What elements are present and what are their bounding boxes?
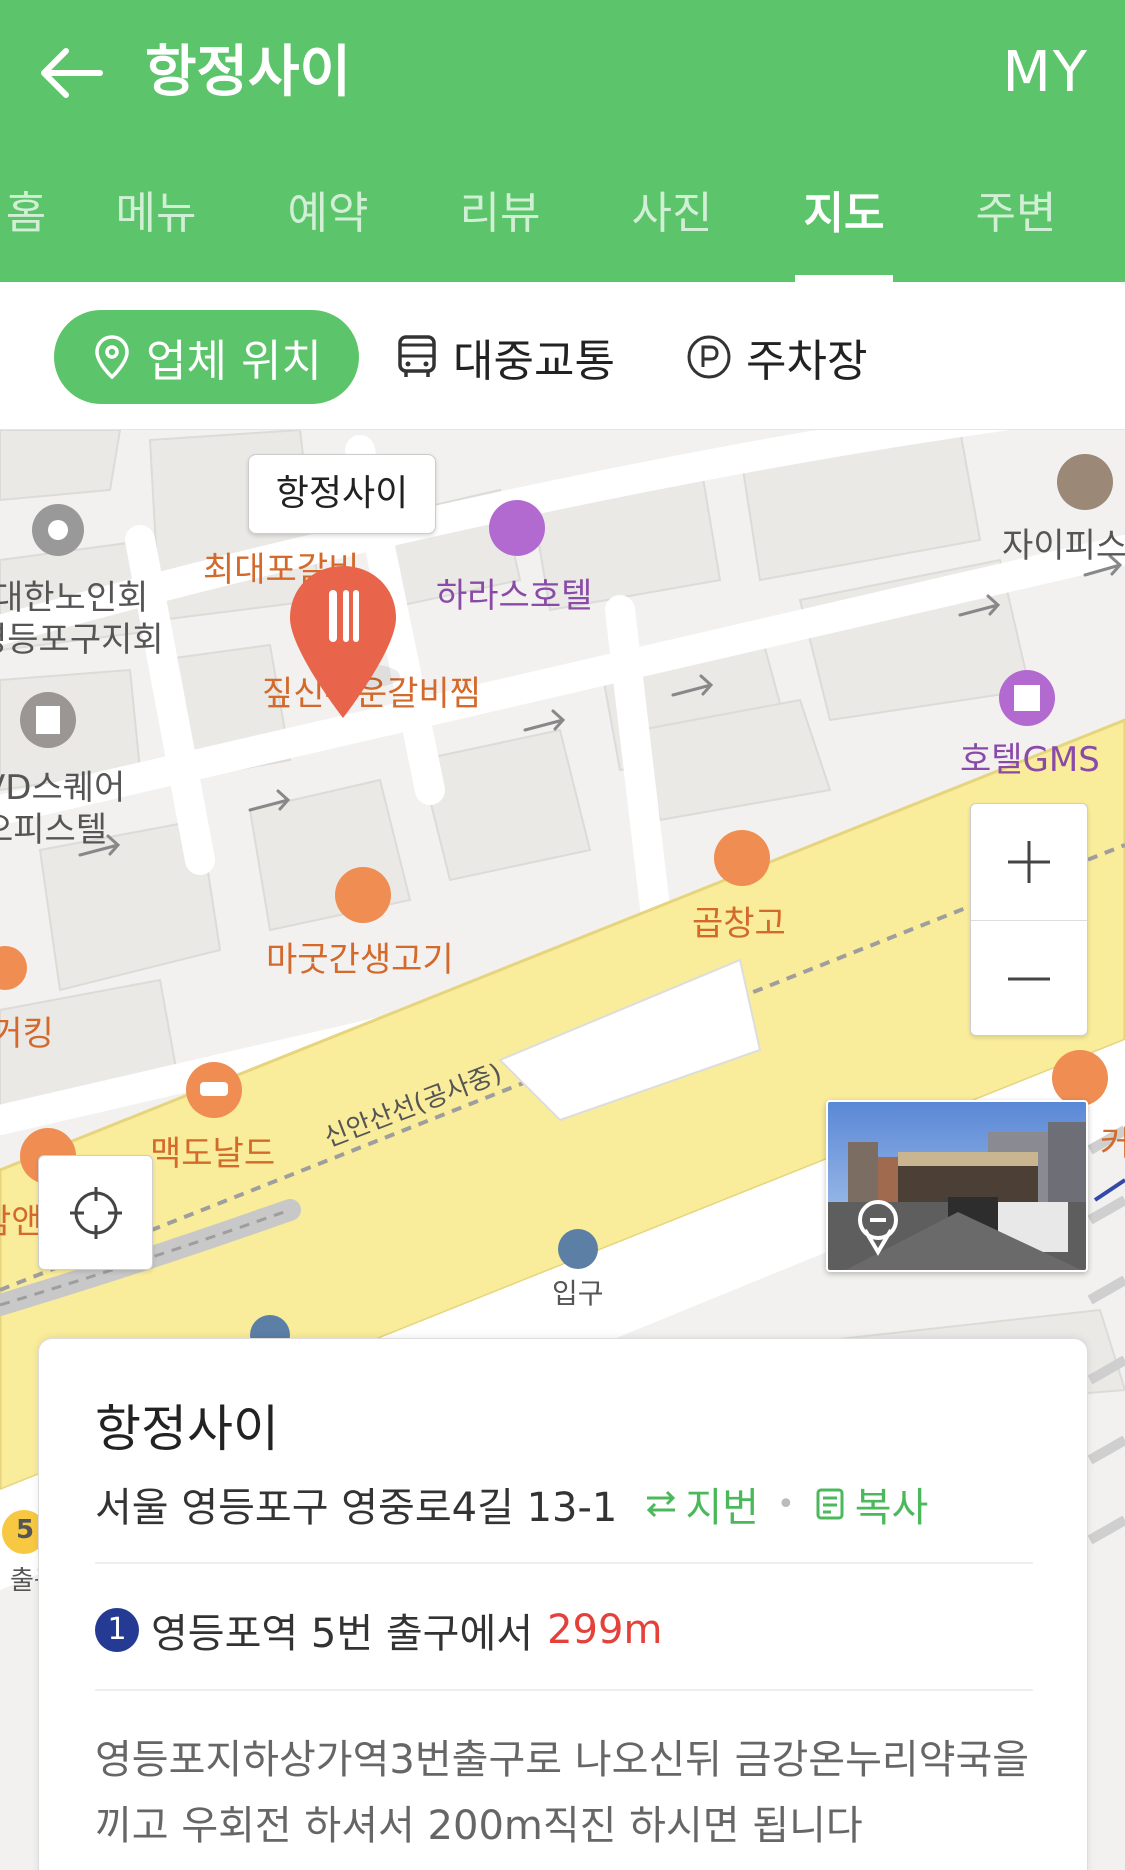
address-text: 서울 영등포구 영중로4길 13-1 <box>95 1485 618 1531</box>
zoom-control <box>970 803 1088 1036</box>
tab-review[interactable]: 리뷰 <box>420 145 580 282</box>
back-button[interactable] <box>36 38 106 108</box>
minus-icon <box>1008 977 1050 981</box>
divider <box>95 1689 1033 1691</box>
tab-map[interactable]: 지도 <box>764 145 924 282</box>
zoom-in-button[interactable] <box>971 804 1087 920</box>
map-poi-label: 탐앤 <box>0 1202 43 1242</box>
map-poi-label: 영등포구지회 <box>0 620 164 660</box>
chip-label: 업체 위치 <box>146 336 322 387</box>
page-title: 항정사이 <box>145 40 352 105</box>
map-poi-label: 호텔GMS <box>960 740 1100 780</box>
map-poi-label: 마굿간생고기 <box>266 940 454 980</box>
jibun-toggle-button[interactable]: 지번 <box>643 1475 759 1533</box>
map-mode-selector: 업체 위치 대중교통 주차장 <box>0 282 1125 430</box>
map-poi-label: 하라스호텔 <box>436 576 593 616</box>
copy-label: 복사 <box>854 1485 929 1531</box>
plus-icon <box>1008 841 1050 883</box>
tab-reservation[interactable]: 예약 <box>248 145 408 282</box>
location-pin-icon <box>95 335 129 380</box>
map-poi-label: 곱창고 <box>692 904 786 944</box>
map-poi-label: 자이피스 <box>1002 526 1125 566</box>
active-tab-indicator <box>795 275 893 282</box>
street-view-thumbnail[interactable] <box>826 1100 1088 1272</box>
tab-bar: 홈 메뉴 예약 리뷰 사진 지도 주변 <box>0 145 1125 282</box>
divider <box>95 1562 1033 1564</box>
copy-button[interactable]: 복사 <box>813 1475 929 1533</box>
pin-label: 항정사이 <box>248 454 436 534</box>
jibun-label: 지번 <box>685 1485 759 1531</box>
copy-icon <box>816 1488 844 1520</box>
chip-parking[interactable]: 주차장 <box>686 310 867 404</box>
chip-label: 주차장 <box>746 336 868 387</box>
subway-line-badge: 1 <box>95 1608 139 1652</box>
my-button[interactable]: MY <box>1002 38 1089 108</box>
tab-nearby[interactable]: 주변 <box>936 145 1096 282</box>
map-poi-label: 오피스텔 <box>0 810 108 850</box>
map-poi-label: 맥도날드 <box>150 1134 276 1174</box>
map-poi-label: 버거킹 <box>0 1014 54 1054</box>
distance-text: 299m <box>547 1607 663 1653</box>
map-poi-label: 커스 <box>1100 1124 1125 1164</box>
map-exit-number: 5 <box>16 1515 35 1545</box>
place-info-card: 항정사이 서울 영등포구 영중로4길 13-1 지번 • 복사 1 영등포역 5… <box>38 1338 1088 1870</box>
subway-text: 영등포역 5번 출구에서 <box>151 1611 534 1657</box>
zoom-out-button[interactable] <box>971 921 1087 1037</box>
parking-icon <box>687 335 731 379</box>
chip-business-location[interactable]: 업체 위치 <box>54 310 359 404</box>
directions-text: 영등포지하상가역3번출구로 나오신뒤 금강온누리약국을 끼고 우회전 하셔서 2… <box>95 1737 1030 1849</box>
bus-icon <box>398 335 436 377</box>
street-view-image <box>828 1102 1086 1270</box>
subway-info-row: 1 영등포역 5번 출구에서 299m <box>95 1601 662 1659</box>
tab-photo[interactable]: 사진 <box>592 145 752 282</box>
address-row: 서울 영등포구 영중로4길 13-1 지번 • 복사 <box>95 1475 928 1533</box>
arrow-left-icon <box>41 48 103 98</box>
crosshair-icon <box>69 1186 122 1239</box>
chip-public-transit[interactable]: 대중교통 <box>395 310 615 404</box>
place-name: 항정사이 <box>95 1400 279 1458</box>
chip-label: 대중교통 <box>453 336 615 387</box>
restaurant-pin-icon[interactable] <box>278 558 408 728</box>
app-header: 항정사이 MY <box>0 0 1125 145</box>
current-location-button[interactable] <box>38 1155 153 1270</box>
swap-arrows-icon <box>647 1490 676 1518</box>
separator-dot: • <box>776 1486 795 1522</box>
tab-menu[interactable]: 메뉴 <box>76 145 236 282</box>
map-poi-label: 입구 <box>552 1277 604 1310</box>
